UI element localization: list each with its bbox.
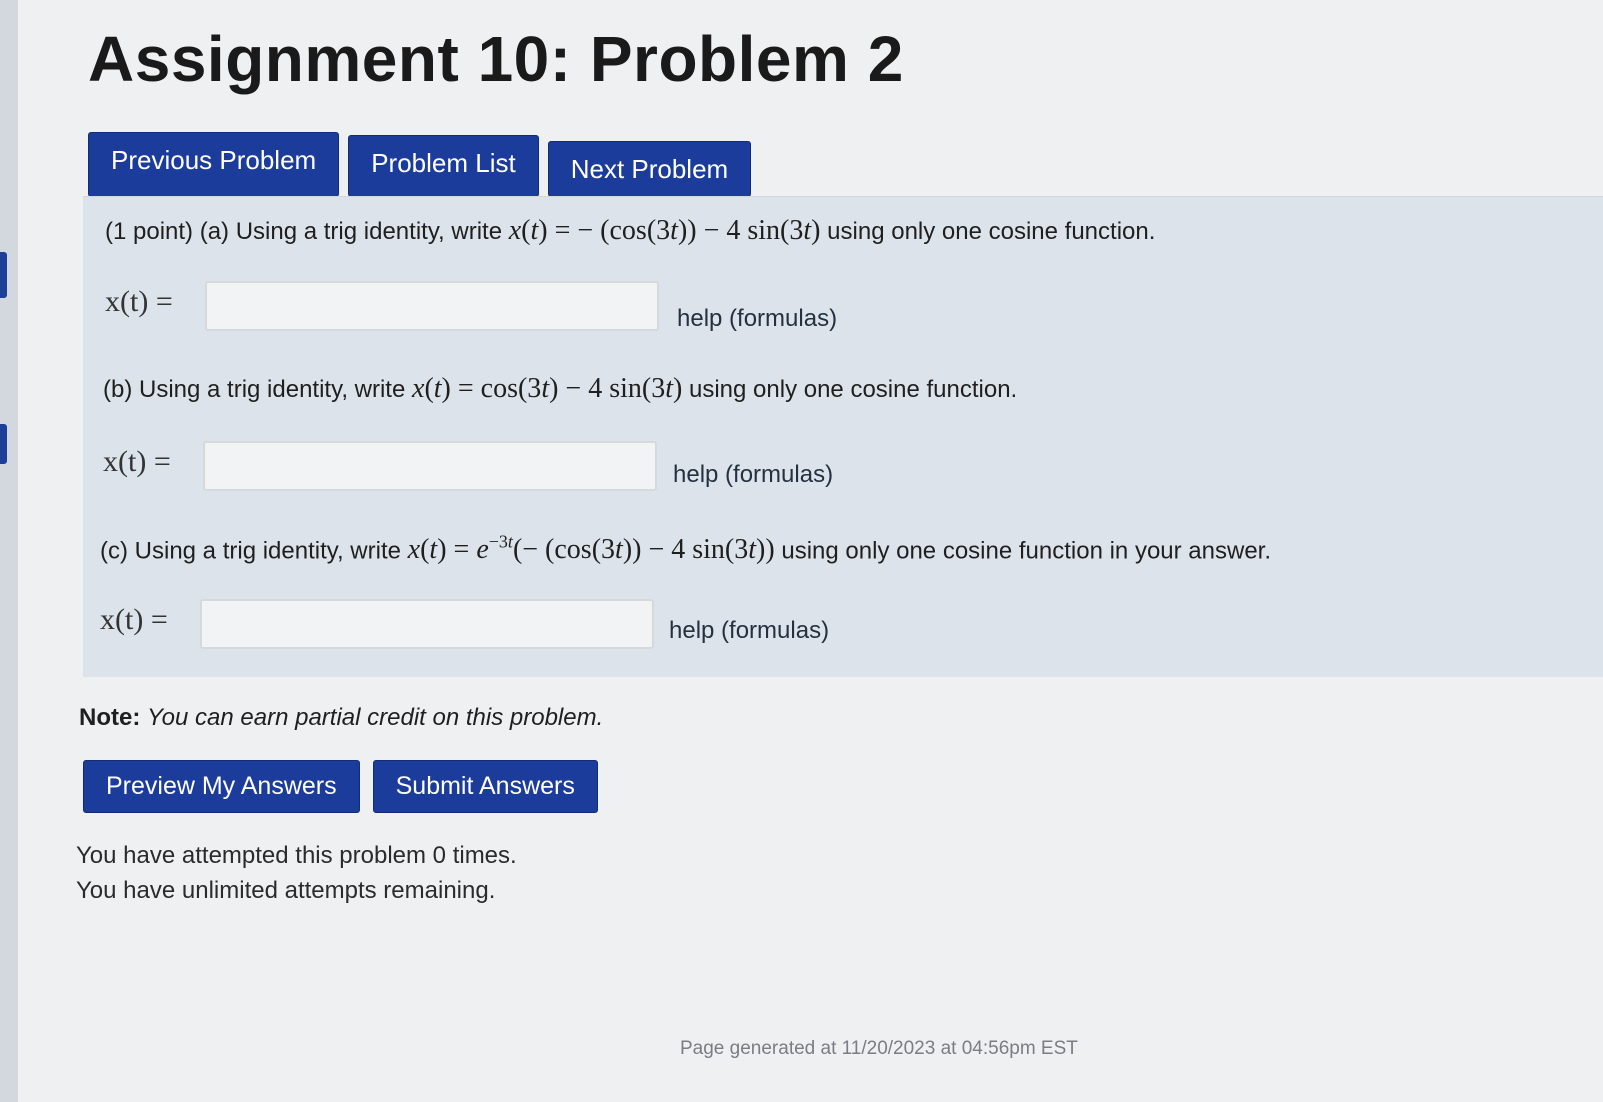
problem-list-button[interactable]: Problem List (348, 135, 539, 197)
points-label: (1 point) (105, 218, 194, 245)
problem-body: (1 point) (a) Using a trig identity, wri… (83, 196, 1603, 677)
partial-credit-note: Note: You can earn partial credit on thi… (79, 704, 603, 732)
answer-actions: Preview My Answers Submit Answers (83, 760, 598, 813)
part-c-help-link[interactable]: help (formulas) (669, 617, 829, 645)
part-b-prompt: (b) Using a trig identity, write (103, 376, 406, 403)
part-b-answer-input[interactable] (203, 441, 657, 491)
next-problem-button[interactable]: Next Problem (547, 141, 752, 197)
part-c-prompt: (c) Using a trig identity, write (100, 537, 401, 565)
attempts-remaining: You have unlimited attempts remaining. (76, 877, 496, 904)
part-c-answer-input[interactable] (200, 599, 654, 649)
part-a-prompt: (a) Using a trig identity, write (199, 218, 503, 245)
note-text: You can earn partial credit on this prob… (147, 704, 604, 731)
part-b-lhs: x(t) = (103, 445, 171, 478)
part-a-help-link[interactable]: help (formulas) (677, 305, 837, 333)
page-title: Assignment 10: Problem 2 (88, 23, 904, 95)
part-a-lhs: x(t) = (105, 285, 173, 318)
part-b-expression: x(t) = cos(3t) − 4 sin(3t) (412, 373, 683, 404)
part-a-question: (1 point) (a) Using a trig identity, wri… (105, 215, 1155, 247)
edge-marker (0, 252, 7, 298)
part-c-lhs: x(t) = (100, 603, 168, 636)
part-a-expression: x(t) = − (cos(3t)) − 4 sin(3t) (508, 215, 821, 246)
window-edge (0, 0, 18, 1102)
part-c-expression: x(t) = e−3t(− (cos(3t)) − 4 sin(3t)) (407, 532, 775, 566)
problem-page: Assignment 10: Problem 2 Previous Proble… (18, 0, 1603, 1102)
part-c-instruction: using only one cosine function in your a… (781, 537, 1272, 565)
part-c-question: (c) Using a trig identity, write x(t) = … (100, 532, 1271, 566)
part-b-instruction: using only one cosine function. (689, 376, 1018, 403)
part-a-instruction: using only one cosine function. (827, 218, 1156, 245)
attempt-status: You have attempted this problem 0 times.… (76, 838, 517, 908)
edge-marker (0, 424, 7, 464)
preview-answers-button[interactable]: Preview My Answers (83, 760, 360, 813)
previous-problem-button[interactable]: Previous Problem (88, 132, 340, 197)
part-a-answer-input[interactable] (205, 281, 659, 331)
submit-answers-button[interactable]: Submit Answers (372, 760, 598, 813)
problem-navigation: Previous Problem Problem List Next Probl… (88, 132, 752, 197)
page-generated-footer: Page generated at 11/20/2023 at 04:56pm … (680, 1038, 1078, 1059)
part-b-help-link[interactable]: help (formulas) (673, 461, 833, 489)
part-b-question: (b) Using a trig identity, write x(t) = … (103, 373, 1017, 405)
note-label: Note: (79, 704, 141, 731)
attempts-count: You have attempted this problem 0 times. (76, 842, 517, 869)
